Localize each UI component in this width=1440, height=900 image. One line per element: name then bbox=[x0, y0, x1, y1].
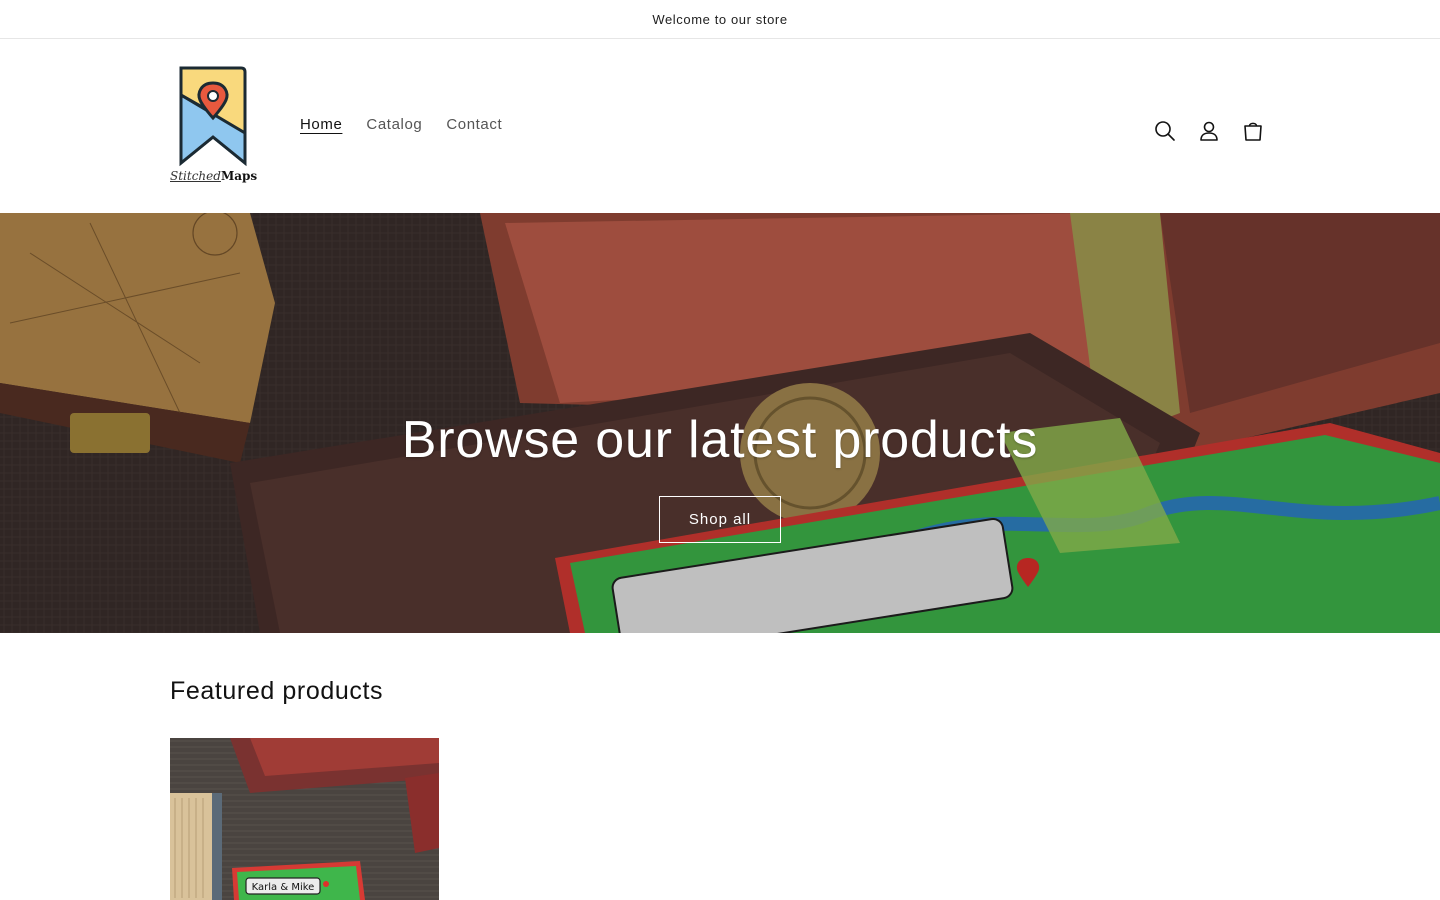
hero-banner: Browse our latest products Shop all bbox=[0, 213, 1440, 633]
account-button[interactable] bbox=[1187, 109, 1231, 153]
nav-item-contact[interactable]: Contact bbox=[434, 114, 514, 136]
hero-content: Browse our latest products Shop all bbox=[0, 409, 1440, 543]
cart-button[interactable] bbox=[1231, 109, 1275, 153]
site-header: StitchedMaps Home Catalog Contact bbox=[0, 39, 1440, 213]
product-card[interactable]: Karla & Mike bbox=[170, 738, 439, 900]
account-icon bbox=[1200, 121, 1218, 141]
shop-all-button[interactable]: Shop all bbox=[659, 496, 781, 543]
search-icon bbox=[1155, 121, 1175, 141]
header-icons bbox=[1143, 109, 1275, 153]
product-patch-text: Karla & Mike bbox=[252, 882, 315, 893]
store-logo[interactable]: StitchedMaps bbox=[170, 65, 257, 185]
cart-icon bbox=[1244, 122, 1262, 141]
announcement-text: Welcome to our store bbox=[652, 11, 788, 27]
nav-item-home[interactable]: Home bbox=[288, 114, 354, 136]
search-button[interactable] bbox=[1143, 109, 1187, 153]
nav-item-catalog[interactable]: Catalog bbox=[354, 114, 434, 136]
featured-products-title: Featured products bbox=[170, 677, 384, 705]
logo-text-bold: Maps bbox=[220, 169, 258, 183]
hero-title: Browse our latest products bbox=[401, 411, 1039, 469]
logo-wordmark: StitchedMaps bbox=[170, 169, 260, 183]
logo-text-light: Stitched bbox=[170, 169, 221, 183]
product-image: Karla & Mike bbox=[170, 738, 439, 900]
main-nav: Home Catalog Contact bbox=[288, 114, 514, 136]
map-pin-logo-icon bbox=[179, 66, 247, 167]
announcement-bar: Welcome to our store bbox=[0, 0, 1440, 39]
